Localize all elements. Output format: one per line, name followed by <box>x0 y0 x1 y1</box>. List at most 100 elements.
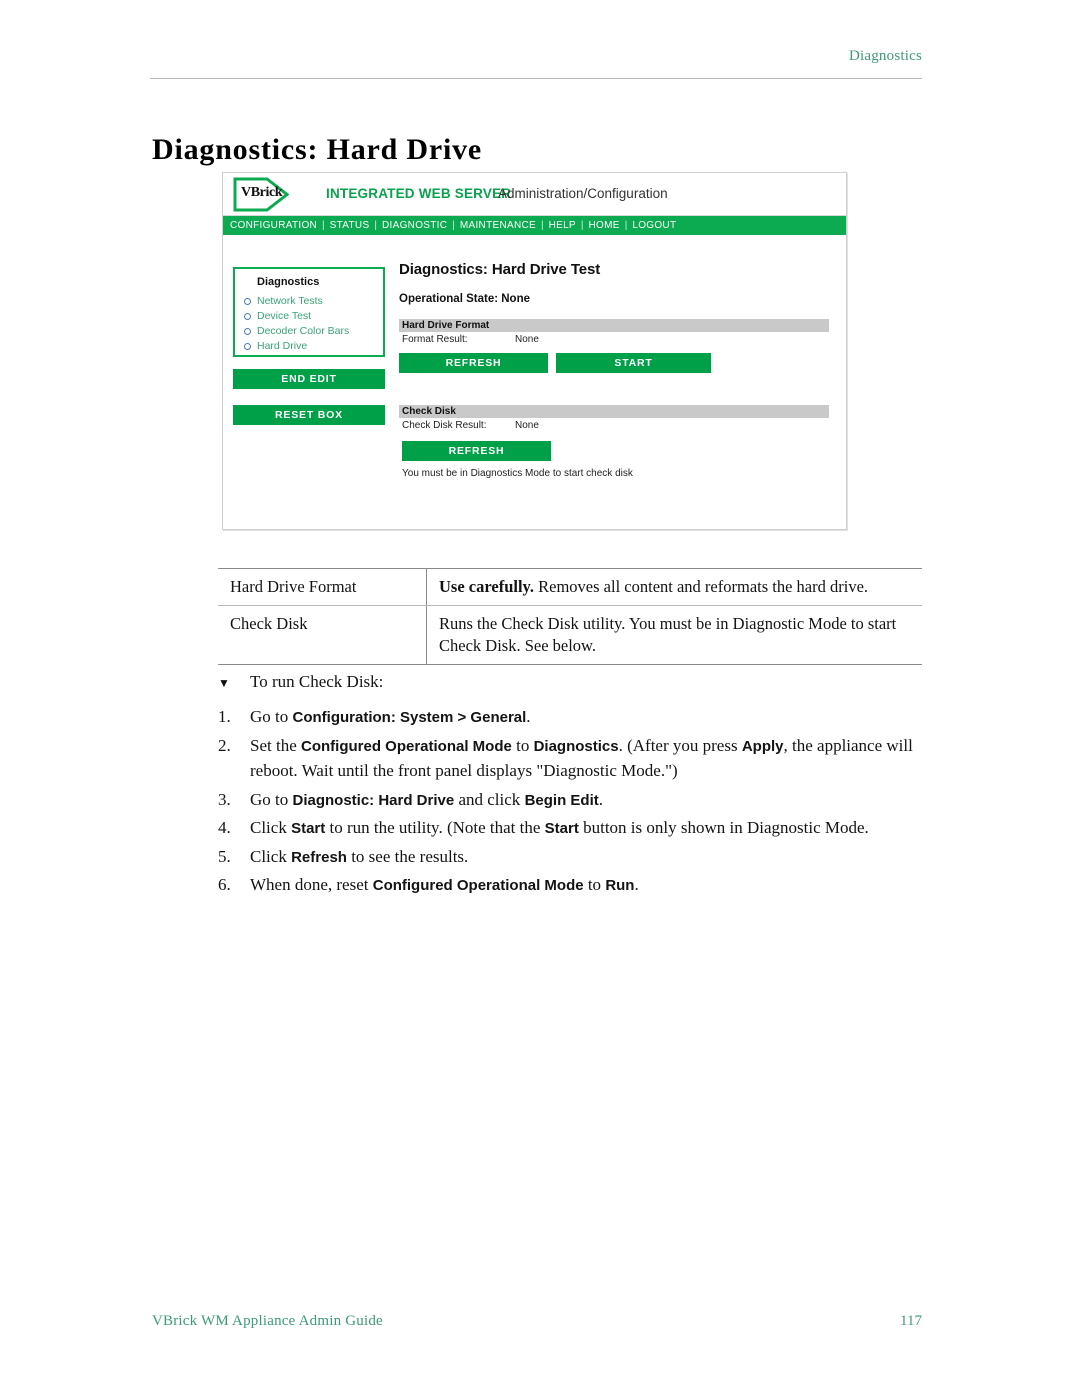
ui-term: Configuration: System > General <box>292 709 527 726</box>
plain-text: and click <box>454 789 525 809</box>
plain-text: to run the utility. (Note that the <box>325 818 545 837</box>
nav-separator: | <box>452 220 455 231</box>
nav-item-logout[interactable]: LOGOUT <box>632 220 676 231</box>
table-body: Hard Drive Format Use carefully. Removes… <box>218 568 922 665</box>
table-cell-description: Use carefully. Removes all content and r… <box>426 568 922 606</box>
procedure-step: 2. Set the Configured Operational Mode to… <box>218 733 922 784</box>
procedure-step-number: 2. <box>218 735 231 755</box>
procedure-step: 3. Go to Diagnostic: Hard Drive and click… <box>218 787 922 813</box>
plain-text: Set the <box>250 735 301 755</box>
ui-term: Run <box>605 877 635 894</box>
procedure-lead: ▼ To run Check Disk: <box>218 672 922 694</box>
procedure-step: 4. Click Start to run the utility. (Note … <box>218 815 922 841</box>
nav-separator: | <box>540 220 544 231</box>
operational-state-label: Operational State: None <box>399 293 530 305</box>
format-result-key: Format Result: <box>402 334 468 345</box>
sidebar-item-label: Network Tests <box>257 295 323 307</box>
vbrick-logo-text: VBrick <box>241 185 283 200</box>
sidebar-item-label: Decoder Color Bars <box>257 325 350 337</box>
app-page-heading: Diagnostics: Hard Drive Test <box>399 261 601 278</box>
check-disk-refresh-button[interactable]: REFRESH <box>402 441 551 461</box>
ui-term: Configured Operational Mode <box>372 877 584 894</box>
ui-term: Diagnostics <box>533 737 619 755</box>
nav-item-maintenance[interactable]: MAINTENANCE <box>460 220 536 231</box>
procedure-block: ▼ To run Check Disk: 1. Go to Configurati… <box>218 672 922 901</box>
sidebar-item-device-test[interactable]: Device Test <box>235 309 383 324</box>
format-result-value: None <box>515 334 539 345</box>
procedure-step: 5. Click Refresh to see the results. <box>218 844 922 870</box>
procedure-step-text: Go to Diagnostic: Hard Drive and click B… <box>250 787 922 813</box>
nav-item-status[interactable]: STATUS <box>330 220 370 231</box>
procedure-step-number: 3. <box>218 789 231 809</box>
format-start-button[interactable]: START <box>556 353 711 373</box>
format-result-row: Format Result: None <box>399 334 829 345</box>
nav-separator: | <box>322 220 325 231</box>
ui-term: Start <box>544 820 579 837</box>
check-disk-result-row: Check Disk Result: None <box>399 420 829 431</box>
application-screenshot: VBrick INTEGRATED WEB SERVER Administrat… <box>222 172 847 530</box>
sidebar-diagnostics-panel: Diagnostics Network Tests Device Test De… <box>233 267 385 357</box>
procedure-step-text: Set the Configured Operational Mode to D… <box>250 733 922 784</box>
plain-text: to see the results. <box>346 846 469 866</box>
sidebar-item-label: Device Test <box>257 310 312 322</box>
nav-item-help[interactable]: HELP <box>549 220 576 231</box>
plain-text: When done, reset <box>250 875 373 894</box>
plain-text: . <box>598 789 603 809</box>
ui-term: Begin Edit <box>524 791 599 809</box>
bullet-icon <box>244 343 251 350</box>
desc-text: Runs the Check Disk utility. You must be… <box>439 613 897 655</box>
procedure-step-number: 4. <box>218 818 231 837</box>
check-disk-result-key: Check Disk Result: <box>402 420 487 431</box>
procedure-step-number: 5. <box>218 846 231 866</box>
desc-emphasis: Use carefully. <box>439 577 535 596</box>
ui-term: Diagnostic: Hard Drive <box>292 791 455 809</box>
reset-box-button[interactable]: RESET BOX <box>233 405 385 425</box>
nav-item-home[interactable]: HOME <box>589 220 620 231</box>
procedure-step-text: Click Refresh to see the results. <box>250 844 922 870</box>
end-edit-button[interactable]: END EDIT <box>233 369 385 389</box>
procedure-lead-text: To run Check Disk: <box>250 672 384 691</box>
header-rule <box>150 78 922 79</box>
plain-text: Go to <box>250 789 293 809</box>
footer-page-number: 117 <box>900 1313 922 1329</box>
sidebar-item-label: Hard Drive <box>257 340 308 352</box>
table-cell-name: Hard Drive Format <box>218 568 427 606</box>
app-body: Diagnostics Network Tests Device Test De… <box>223 235 846 529</box>
procedure-steps: 1. Go to Configuration: System > General.… <box>218 704 922 898</box>
sidebar-item-decoder-color-bars[interactable]: Decoder Color Bars <box>235 324 383 339</box>
table-cell-name: Check Disk <box>218 604 427 665</box>
running-header: Diagnostics <box>848 48 922 64</box>
procedure-step-number: 6. <box>218 875 231 894</box>
sidebar-item-hard-drive[interactable]: Hard Drive <box>235 339 383 354</box>
plain-text: . (After you press <box>618 735 742 755</box>
check-disk-result-value: None <box>515 420 539 431</box>
plain-text: . <box>526 707 531 726</box>
sidebar-item-network-tests[interactable]: Network Tests <box>235 294 383 309</box>
nav-item-diagnostic[interactable]: DIAGNOSTIC <box>382 220 447 231</box>
plain-text: Click <box>250 818 292 837</box>
procedure-step-number: 1. <box>218 707 231 726</box>
vbrick-logo-icon: VBrick <box>233 177 289 212</box>
app-subtitle: Administration/Configuration <box>498 186 668 201</box>
bullet-icon <box>244 313 251 320</box>
nav-item-configuration[interactable]: CONFIGURATION <box>230 220 317 231</box>
procedure-step-text: When done, reset Configured Operational … <box>250 872 922 898</box>
triangle-marker-icon: ▼ <box>218 676 230 690</box>
ui-term: Configured Operational Mode <box>301 737 512 755</box>
procedure-step-text: Go to Configuration: System > General. <box>250 704 922 730</box>
hard-drive-format-section-bar: Hard Drive Format <box>399 319 829 332</box>
app-nav-bar[interactable]: CONFIGURATION | STATUS | DIAGNOSTIC | MA… <box>223 216 846 235</box>
document-page: Diagnostics Diagnostics: Hard Drive VBri… <box>0 0 1080 1397</box>
format-button-row: REFRESH START <box>399 353 829 373</box>
page-title: Diagnostics: Hard Drive <box>152 133 483 167</box>
nav-separator: | <box>624 220 628 231</box>
plain-text: . <box>634 875 639 894</box>
nav-separator: | <box>580 220 584 231</box>
description-table: Hard Drive Format Use carefully. Removes… <box>218 568 922 665</box>
format-refresh-button[interactable]: REFRESH <box>399 353 548 373</box>
table-cell-description: Runs the Check Disk utility. You must be… <box>426 604 922 665</box>
bullet-icon <box>244 328 251 335</box>
nav-separator: | <box>374 220 378 231</box>
ui-term: Refresh <box>291 848 347 866</box>
plain-text: button is only shown in Diagnostic Mode. <box>578 818 869 837</box>
